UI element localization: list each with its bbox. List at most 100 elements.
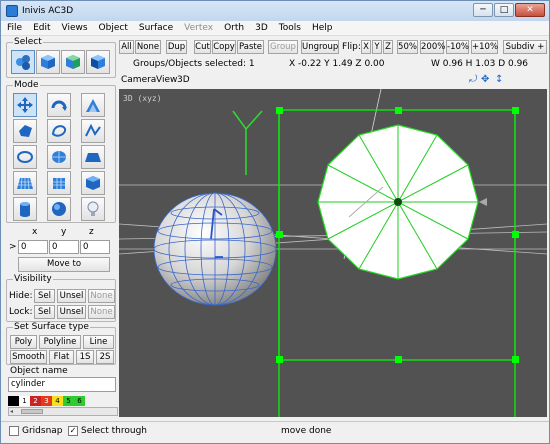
- select-through-checkbox[interactable]: ✓: [68, 426, 78, 436]
- color-palette: 1 2 3 4 5 6: [8, 396, 118, 406]
- palette-swatch[interactable]: 5: [63, 396, 74, 406]
- z-input[interactable]: 0: [80, 240, 110, 254]
- surface-1s-button[interactable]: 1S: [76, 350, 94, 364]
- select-surfaces-button[interactable]: [86, 50, 110, 74]
- move-to-button[interactable]: Move to: [18, 257, 110, 272]
- camera-menu[interactable]: Camera: [121, 75, 156, 85]
- scroll-thumb[interactable]: [21, 409, 43, 414]
- mode-move-button[interactable]: [13, 93, 37, 117]
- palette-swatch[interactable]: 4: [52, 396, 63, 406]
- mode-sphere-button[interactable]: [47, 197, 71, 221]
- surface-smooth-button[interactable]: Smooth: [10, 350, 47, 364]
- menu-object[interactable]: Object: [99, 23, 128, 33]
- copy-button[interactable]: Copy: [212, 40, 236, 54]
- palette-swatch[interactable]: [8, 396, 19, 406]
- selection-size: W 0.96 H 1.03 D 0.96: [431, 59, 529, 69]
- menu-vertex[interactable]: Vertex: [184, 23, 213, 33]
- mode-grid-button[interactable]: [13, 171, 37, 195]
- mode-disc-button[interactable]: [47, 145, 71, 169]
- viewport-canvas[interactable]: 3D (xyz): [119, 89, 547, 417]
- select-none-button[interactable]: None: [135, 40, 161, 54]
- select-all-button[interactable]: All: [119, 40, 134, 54]
- select-vertices-button[interactable]: [11, 50, 35, 74]
- mode-cube-button[interactable]: [81, 171, 105, 195]
- view-rotate-icon[interactable]: ⤾: [469, 74, 477, 85]
- group-button[interactable]: Group: [268, 40, 298, 54]
- palette-swatch[interactable]: 6: [74, 396, 85, 406]
- cut-button[interactable]: Cut: [194, 40, 211, 54]
- zoom-minus-10-button[interactable]: -10%: [446, 40, 469, 54]
- surface-2s-button[interactable]: 2S: [96, 350, 114, 364]
- menu-orth[interactable]: Orth: [224, 23, 244, 33]
- selection-info-bar: Groups/Objects selected: 1 X -0.22 Y 1.4…: [119, 57, 549, 71]
- main-toolbar: All None Dup Cut Copy Paste Group Ungrou…: [119, 38, 549, 56]
- select-objects-icon: [41, 55, 55, 69]
- sphere-object[interactable]: [153, 192, 277, 306]
- lock-label: Lock:: [9, 307, 33, 317]
- mode-polyline-button[interactable]: [81, 119, 105, 143]
- scroll-left-icon[interactable]: ◂: [10, 408, 18, 415]
- flip-z-button[interactable]: Z: [383, 40, 393, 54]
- mode-cylinder-button[interactable]: [13, 197, 37, 221]
- paste-button[interactable]: Paste: [237, 40, 264, 54]
- view-zoom-icon[interactable]: ↕: [495, 74, 503, 85]
- menu-views[interactable]: Views: [62, 23, 88, 33]
- mode-polygon-button[interactable]: [13, 119, 37, 143]
- select-objects-button[interactable]: [36, 50, 60, 74]
- ungroup-button[interactable]: Ungroup: [301, 40, 339, 54]
- flip-label: Flip:: [342, 42, 361, 52]
- palette-swatch[interactable]: 3: [41, 396, 52, 406]
- flip-x-button[interactable]: X: [361, 40, 371, 54]
- zoom-plus-10-button[interactable]: +10%: [471, 40, 498, 54]
- close-button[interactable]: ✕: [515, 3, 545, 17]
- maximize-button[interactable]: □: [494, 3, 514, 17]
- mode-light-button[interactable]: [81, 197, 105, 221]
- hide-unsel-button[interactable]: Unsel: [57, 289, 86, 303]
- menu-help[interactable]: Help: [312, 23, 333, 33]
- menu-tools[interactable]: Tools: [279, 23, 301, 33]
- 3d-viewport[interactable]: 3D (xyz): [119, 89, 547, 417]
- mode-box-button[interactable]: [47, 171, 71, 195]
- disc-object[interactable]: [317, 124, 487, 280]
- lock-unsel-button[interactable]: Unsel: [57, 305, 86, 319]
- subdivide-button[interactable]: Subdiv +: [503, 40, 547, 54]
- select-groups-button[interactable]: [61, 50, 85, 74]
- x-input[interactable]: 0: [18, 240, 48, 254]
- palette-swatch[interactable]: 2: [30, 396, 41, 406]
- menu-surface[interactable]: Surface: [139, 23, 173, 33]
- hide-sel-button[interactable]: Sel: [34, 289, 55, 303]
- flip-y-button[interactable]: Y: [372, 40, 382, 54]
- view-menu[interactable]: View: [156, 75, 177, 85]
- object-name-input[interactable]: cylinder: [8, 377, 116, 392]
- view-pan-icon[interactable]: ✥: [481, 74, 489, 85]
- zoom-50-button[interactable]: 50%: [397, 40, 418, 54]
- y-input[interactable]: 0: [49, 240, 79, 254]
- surface-flat-button[interactable]: Flat: [49, 350, 74, 364]
- title-bar[interactable]: Inivis AC3D ─ □ ✕: [1, 1, 549, 21]
- visibility-label: Visibility: [13, 274, 53, 284]
- cylinder-icon: [20, 202, 30, 217]
- z-header: z: [89, 227, 94, 237]
- menu-3d[interactable]: 3D: [255, 23, 268, 33]
- menu-edit[interactable]: Edit: [33, 23, 50, 33]
- surface-line-button[interactable]: Line: [83, 335, 114, 349]
- duplicate-button[interactable]: Dup: [166, 40, 187, 54]
- mode-scale-button[interactable]: [81, 93, 105, 117]
- mode-circle-button[interactable]: [13, 145, 37, 169]
- hide-none-button[interactable]: None: [88, 289, 115, 303]
- zoom-200-button[interactable]: 200%: [420, 40, 445, 54]
- mode-rotate-button[interactable]: [47, 93, 71, 117]
- surface-polyline-button[interactable]: Polyline: [39, 335, 81, 349]
- 3d-menu[interactable]: 3D: [177, 75, 190, 85]
- menu-file[interactable]: File: [7, 23, 22, 33]
- gridsnap-checkbox[interactable]: [9, 426, 19, 436]
- lock-sel-button[interactable]: Sel: [34, 305, 55, 319]
- palette-scrollbar[interactable]: ◂: [8, 407, 118, 416]
- sphere-icon: [52, 202, 66, 216]
- mode-spline-button[interactable]: [47, 119, 71, 143]
- palette-swatch[interactable]: 1: [19, 396, 30, 406]
- surface-poly-button[interactable]: Poly: [10, 335, 37, 349]
- lock-none-button[interactable]: None: [88, 305, 115, 319]
- mode-rect-button[interactable]: [81, 145, 105, 169]
- minimize-button[interactable]: ─: [473, 3, 493, 17]
